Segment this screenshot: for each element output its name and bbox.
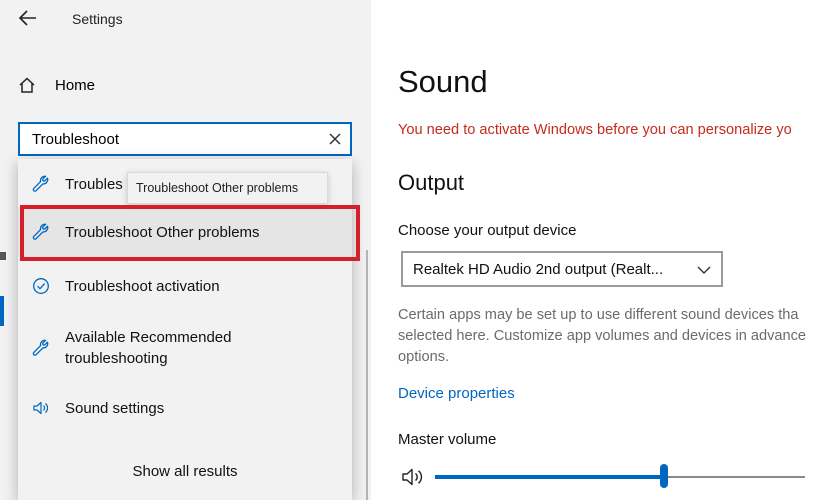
chevron-down-icon — [697, 266, 711, 274]
output-device-select[interactable]: Realtek HD Audio 2nd output (Realt... — [401, 251, 723, 287]
output-device-value: Realtek HD Audio 2nd output (Realt... — [413, 261, 664, 278]
nav-home-label: Home — [55, 76, 96, 94]
clear-icon[interactable] — [328, 132, 342, 146]
check-circle-icon — [33, 278, 49, 294]
search-box[interactable] — [18, 122, 352, 156]
activation-warning: You need to activate Windows before you … — [398, 122, 792, 138]
suggestion-label: Troubleshoot Other problems — [65, 223, 260, 241]
search-input[interactable] — [20, 124, 322, 154]
output-device-label: Choose your output device — [398, 222, 577, 239]
speaker-icon — [33, 401, 49, 415]
wrench-icon — [32, 339, 49, 356]
suggestion-label: Troubleshoot activation — [65, 277, 220, 295]
device-properties-link[interactable]: Device properties — [398, 385, 515, 402]
show-all-results-button[interactable]: Show all results — [18, 463, 352, 480]
suggestion-sound-settings[interactable]: Sound settings — [18, 395, 352, 421]
nav-selection-indicator — [0, 296, 4, 326]
nav-home[interactable]: Home — [18, 74, 95, 96]
home-icon — [19, 77, 35, 93]
nav-scrollbar[interactable] — [366, 250, 368, 500]
suggestion-label: Sound settings — [65, 399, 165, 417]
suggestion-troubleshoot-other-problems[interactable]: Troubleshoot Other problems — [18, 207, 352, 257]
description-line: options. — [398, 349, 450, 365]
sound-page: Sound You need to activate Windows befor… — [371, 0, 840, 500]
tooltip: Troubleshoot Other problems — [127, 172, 328, 204]
master-volume-label: Master volume — [398, 431, 497, 448]
volume-thumb[interactable] — [660, 464, 669, 488]
description-line: selected here. Customize app volumes and… — [398, 328, 807, 344]
app-title: Settings — [72, 11, 123, 27]
page-title: Sound — [398, 64, 488, 99]
description-line: Certain apps may be set up to use differ… — [398, 307, 799, 323]
suggestion-label: Available Recommended troubleshooting — [65, 329, 232, 367]
back-arrow-icon[interactable] — [16, 6, 40, 30]
wrench-icon — [32, 223, 49, 240]
speaker-icon[interactable] — [401, 467, 425, 487]
output-description: Certain apps may be set up to use differ… — [398, 305, 840, 368]
suggestion-troubleshoot-activation[interactable]: Troubleshoot activation — [18, 271, 352, 301]
output-heading: Output — [398, 170, 465, 195]
search-suggestions: Troubles Troubleshoot Other problems Tro… — [18, 159, 352, 500]
suggestion-label: Troubles — [65, 175, 123, 193]
volume-fill — [435, 475, 665, 479]
wrench-icon — [32, 175, 49, 192]
master-volume-slider[interactable] — [435, 464, 805, 488]
nav-item-stub — [0, 252, 6, 260]
suggestion-available-recommended-troubleshooting[interactable]: Available Recommended troubleshooting — [18, 325, 352, 371]
